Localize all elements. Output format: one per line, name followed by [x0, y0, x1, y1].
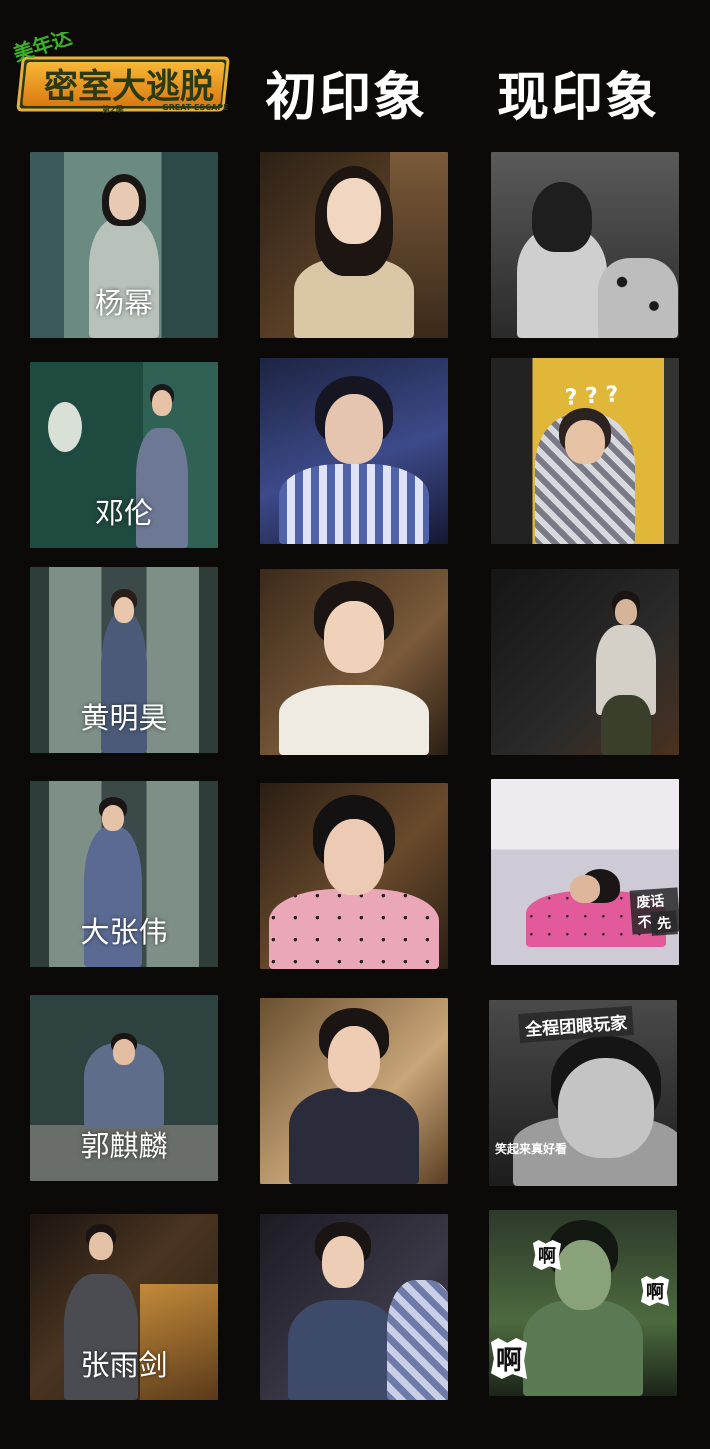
show-logo: 美年达 密室大逃脱 GREAT ESCAPE 第2季 — [12, 32, 230, 114]
yang-mi-current-impression — [491, 152, 679, 338]
row-name: 郭麒麟 — [80, 1129, 168, 1163]
exclaim-bubble: 啊 — [533, 1240, 561, 1270]
row-name: 邓伦 — [94, 496, 153, 530]
guo-qilin-current-impression: 全程团眼玩家 笑起来真好看 — [489, 1000, 677, 1186]
exclaim-bubble: 啊 — [491, 1338, 528, 1379]
da-zhangwei-first-impression — [260, 783, 448, 969]
row-name: 大张伟 — [80, 915, 168, 949]
huang-minghao-current-impression — [491, 569, 679, 755]
zhang-yujian-first-impression — [260, 1214, 448, 1400]
yang-mi-portrait: 杨幂 — [30, 152, 218, 338]
zhang-yujian-portrait: 张雨剑 — [30, 1214, 218, 1400]
yang-mi-first-impression — [260, 152, 448, 338]
huang-minghao-first-impression — [260, 569, 448, 755]
da-zhangwei-portrait: 大张伟 — [30, 781, 218, 967]
caption-text-2: 先 — [650, 910, 678, 936]
row-name: 张雨剑 — [80, 1348, 168, 1382]
question-marks: ? ? ? — [564, 382, 620, 411]
guo-qilin-portrait: 郭麒麟 — [30, 995, 218, 1181]
exclaim-bubble: 啊 — [641, 1276, 669, 1306]
deng-lun-first-impression — [260, 358, 448, 544]
deng-lun-current-impression: ? ? ? — [491, 358, 679, 544]
current-impression-heading: 现印象 — [497, 68, 660, 128]
svg-text:密室大逃脱: 密室大逃脱 — [44, 67, 214, 107]
row-name: 黄明昊 — [80, 701, 168, 735]
zhang-yujian-current-impression: 啊 啊 啊 — [489, 1210, 677, 1396]
row-name: 杨幂 — [94, 286, 153, 320]
da-zhangwei-current-impression: 废话不 先 — [491, 779, 679, 965]
guo-qilin-first-impression — [260, 998, 448, 1184]
svg-text:GREAT ESCAPE: GREAT ESCAPE — [162, 103, 229, 112]
deng-lun-portrait: 邓伦 — [30, 362, 218, 548]
caption-bottom: 笑起来真好看 — [495, 1142, 568, 1156]
first-impression-heading: 初印象 — [265, 68, 428, 128]
header: 美年达 密室大逃脱 GREAT ESCAPE 第2季 初印象 现印象 — [0, 0, 710, 150]
huang-minghao-portrait: 黄明昊 — [30, 567, 218, 753]
svg-text:第2季: 第2季 — [102, 104, 125, 114]
